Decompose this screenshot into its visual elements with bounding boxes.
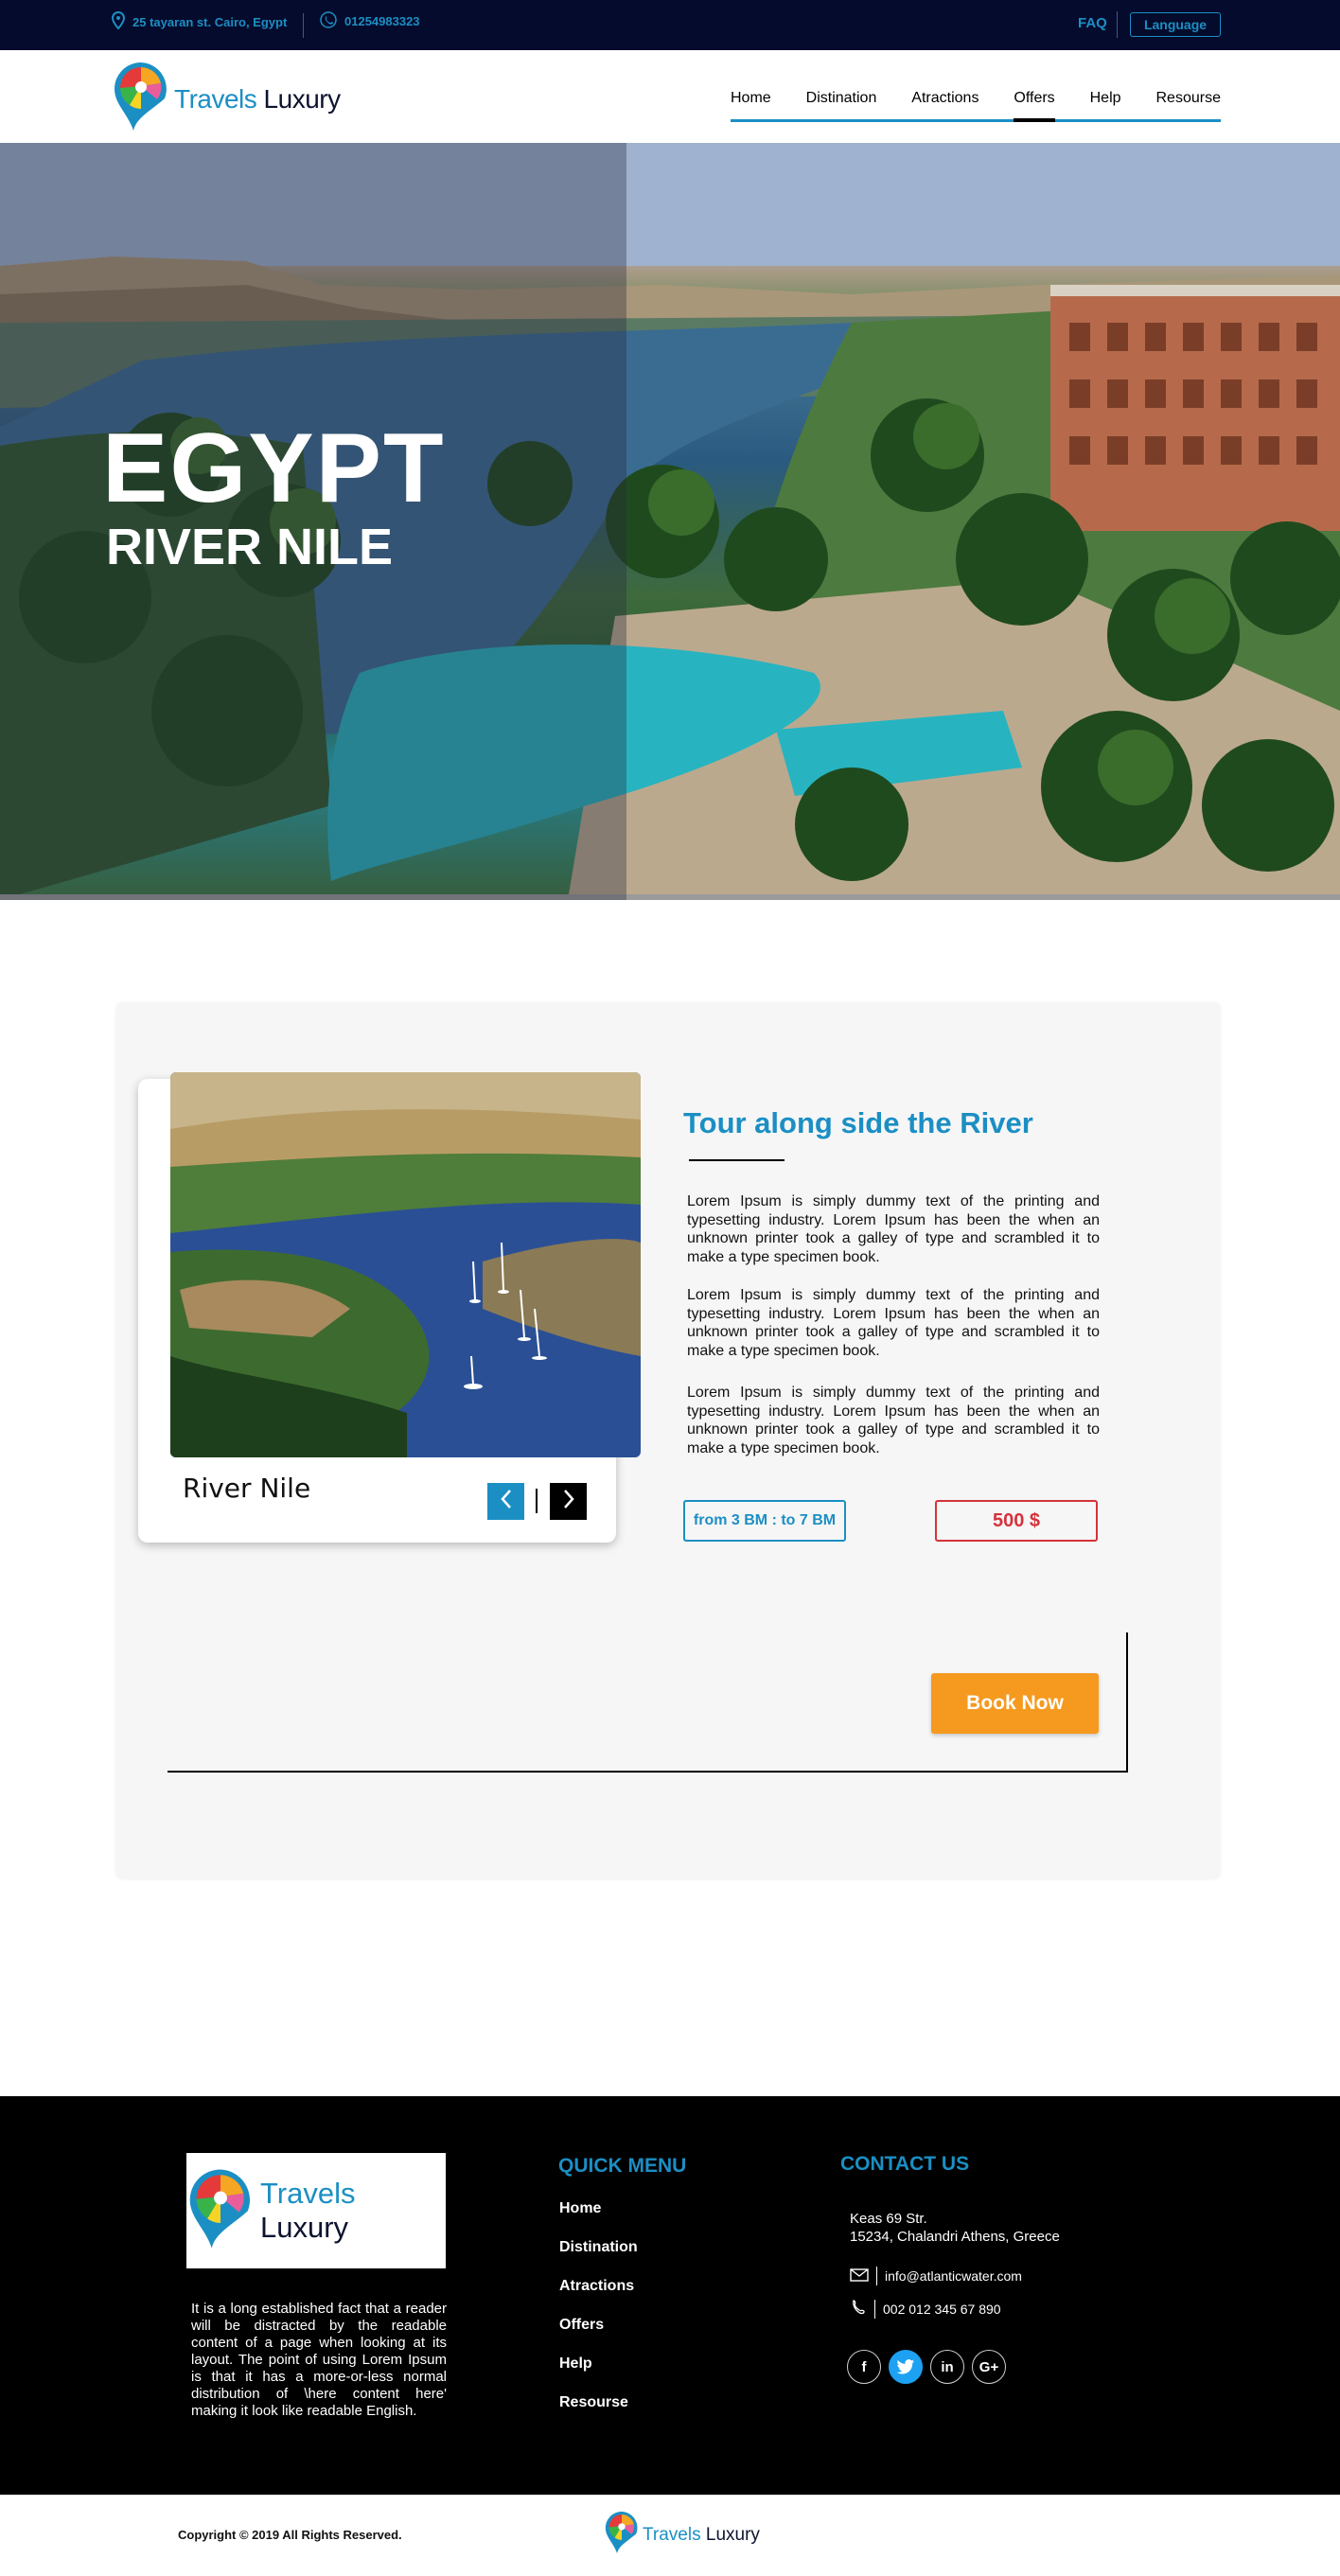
social-links: f in G+ [847, 2350, 1006, 2384]
google-plus-icon[interactable]: G+ [972, 2350, 1006, 2384]
nav-item-home[interactable]: Home [731, 88, 771, 119]
tour-price-badge: 500 $ [935, 1500, 1098, 1542]
main-nav: Home Distination Atractions Offers Help … [731, 88, 1221, 122]
nav-item-resourse[interactable]: Resourse [1155, 88, 1220, 119]
next-slide-button[interactable] [550, 1483, 587, 1520]
photo-caption: River Nile [183, 1473, 311, 1504]
header: Travels Luxury Home Distination Atractio… [0, 50, 1340, 143]
contact-address: Keas 69 Str. 15234, Chalandri Athens, Gr… [850, 2210, 1060, 2246]
quick-menu: Home Distination Atractions Offers Help … [559, 2200, 638, 2433]
faq-link[interactable]: FAQ [1078, 15, 1107, 31]
nav-item-help[interactable]: Help [1090, 88, 1121, 119]
footer-link-offers[interactable]: Offers [559, 2317, 638, 2355]
phone-number: 002 012 345 67 890 [883, 2301, 1001, 2317]
chevron-left-icon [499, 1489, 514, 1514]
logo-text: Travels Luxury [174, 83, 341, 114]
language-button[interactable]: Language [1130, 12, 1221, 37]
chevron-right-icon [561, 1489, 576, 1514]
footer: Travels Luxury It is a long established … [0, 2096, 1340, 2495]
footer-link-resourse[interactable]: Resourse [559, 2394, 638, 2433]
hero-title: EGYPT [102, 414, 446, 523]
quick-menu-title: QUICK MENU [558, 2155, 687, 2177]
location-pin-icon [111, 10, 126, 33]
nav-item-offers[interactable]: Offers [1014, 88, 1055, 122]
contact-phone: 002 012 345 67 890 [850, 2299, 1001, 2319]
footer-logo[interactable]: Travels Luxury [186, 2153, 446, 2268]
title-underline [689, 1159, 785, 1161]
book-now-button[interactable]: Book Now [931, 1673, 1099, 1734]
address-line: 15234, Chalandri Athens, Greece [850, 2229, 1060, 2245]
address-text: 25 tayaran st. Cairo, Egypt [132, 15, 288, 29]
footer-about-text: It is a long established fact that a rea… [191, 2301, 447, 2419]
logo-text: Travels Luxury [260, 2177, 356, 2244]
top-bar: 25 tayaran st. Cairo, Egypt 01254983323 … [0, 0, 1340, 50]
footer-link-home[interactable]: Home [559, 2200, 638, 2239]
hero-subtitle: RIVER NILE [106, 519, 394, 575]
footer-link-distination[interactable]: Distination [559, 2239, 638, 2278]
footer-link-atractions[interactable]: Atractions [559, 2278, 638, 2317]
phone-text: 01254983323 [344, 14, 420, 28]
nav-item-atractions[interactable]: Atractions [911, 88, 979, 119]
facebook-icon[interactable]: f [847, 2350, 881, 2384]
tour-time-badge: from 3 BM : to 7 BM [683, 1500, 846, 1542]
divider [874, 2299, 875, 2319]
phone-icon [320, 11, 337, 31]
contact-title: CONTACT US [840, 2153, 970, 2175]
envelope-icon [850, 2267, 869, 2285]
contact-email: info@atlanticwater.com [850, 2267, 1022, 2285]
address-line: Keas 69 Str. [850, 2211, 927, 2227]
decorative-line [1126, 1632, 1128, 1773]
footer-link-help[interactable]: Help [559, 2355, 638, 2394]
page: 25 tayaran st. Cairo, Egypt 01254983323 … [0, 0, 1340, 2576]
decorative-line [168, 1771, 1128, 1773]
tour-paragraph: Lorem Ipsum is simply dummy text of the … [687, 1287, 1100, 1359]
logo-pin-icon [186, 2166, 255, 2256]
copyright-text: Copyright © 2019 All Rights Reserved. [178, 2528, 402, 2542]
tour-paragraph: Lorem Ipsum is simply dummy text of the … [687, 1385, 1100, 1456]
logo-pin-icon [604, 2510, 640, 2560]
hero-banner: EGYPT RIVER NILE [0, 143, 1340, 900]
tour-photo [170, 1072, 641, 1457]
divider [876, 2267, 877, 2285]
phone-info: 01254983323 [320, 11, 420, 31]
slider-divider [536, 1489, 538, 1513]
twitter-icon[interactable] [889, 2350, 923, 2384]
tour-title: Tour along side the River [683, 1106, 1033, 1139]
address-info: 25 tayaran st. Cairo, Egypt [111, 10, 288, 33]
prev-slide-button[interactable] [487, 1483, 524, 1520]
phone-icon [850, 2299, 867, 2319]
nav-item-distination[interactable]: Distination [806, 88, 877, 119]
tour-paragraph: Lorem Ipsum is simply dummy text of the … [687, 1193, 1100, 1265]
email-link[interactable]: info@atlanticwater.com [885, 2268, 1022, 2284]
logo-pin-icon [112, 60, 170, 138]
logo-text: Travels Luxury [643, 2524, 760, 2545]
bottom-bar: Copyright © 2019 All Rights Reserved. Tr… [0, 2495, 1340, 2576]
linkedin-icon[interactable]: in [930, 2350, 964, 2384]
bottom-logo[interactable]: Travels Luxury [604, 2510, 760, 2560]
divider [303, 13, 304, 38]
divider [1117, 11, 1118, 38]
site-logo[interactable]: Travels Luxury [112, 60, 341, 138]
